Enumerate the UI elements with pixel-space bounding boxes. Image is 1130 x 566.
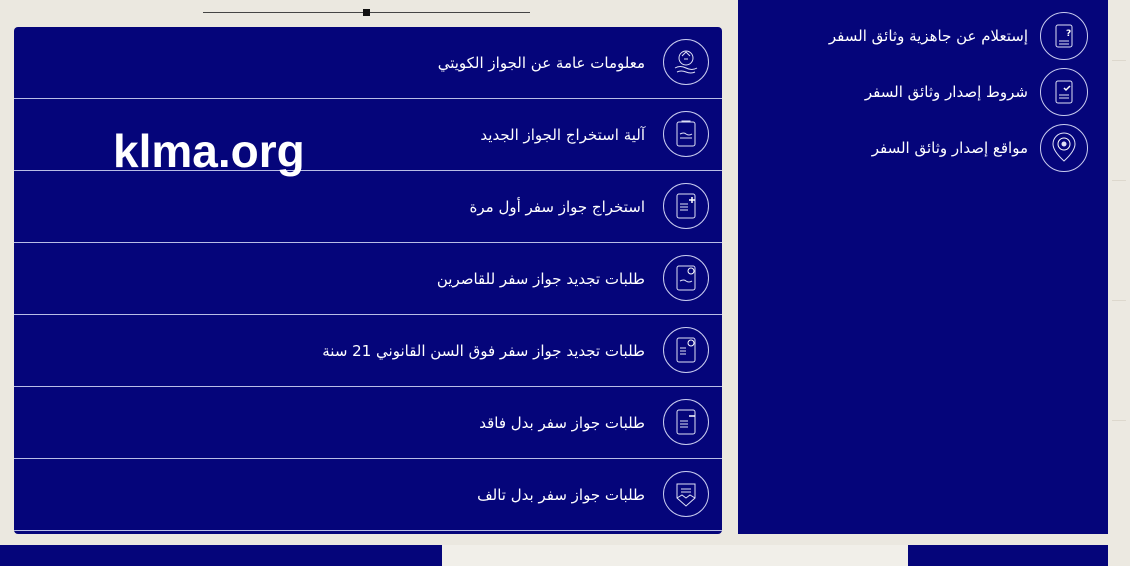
divider-dot [363, 9, 370, 16]
watermark-text: klma.org [113, 125, 305, 177]
passport-lost-icon [663, 399, 709, 445]
menu-item-renew-minors[interactable]: طلبات تجديد جواز سفر للقاصرين [14, 243, 722, 315]
passport-renew-icon [663, 255, 709, 301]
menu-item-general-info[interactable]: معلومات عامة عن الجواز الكويتي [14, 27, 722, 99]
passport-document-icon [663, 111, 709, 157]
menu-item-label: مواقع إصدار وثائق السفر [871, 139, 1028, 157]
next-section-right-block [908, 545, 1108, 566]
menu-item-label: استخراج جواز سفر أول مرة [469, 198, 646, 216]
next-section-left-block [0, 545, 442, 566]
travel-documents-panel: ? إستعلام عن جاهزية وثائق السفر شروط إصد… [738, 0, 1108, 534]
menu-item-label: طلبات تجديد جواز سفر للقاصرين [436, 270, 645, 288]
passport-add-icon [663, 183, 709, 229]
location-pin-icon [1040, 124, 1088, 172]
menu-item-renew-adults[interactable]: طلبات تجديد جواز سفر فوق السن القانوني 2… [14, 315, 722, 387]
menu-item-damaged-passport[interactable]: طلبات جواز سفر بدل تالف [14, 459, 722, 531]
emblem-icon [663, 39, 709, 85]
menu-item-document-conditions[interactable]: شروط إصدار وثائق السفر [738, 57, 1108, 116]
pattern-line [1112, 60, 1126, 61]
menu-item-document-readiness[interactable]: ? إستعلام عن جاهزية وثائق السفر [738, 1, 1108, 60]
pattern-line [1112, 300, 1126, 301]
passport-damaged-icon [663, 471, 709, 517]
menu-item-label: طلبات جواز سفر بدل فاقد [479, 414, 645, 432]
document-question-icon: ? [1040, 12, 1088, 60]
top-section-heading-fragment [280, 0, 480, 2]
menu-item-label: طلبات جواز سفر بدل تالف [477, 486, 645, 504]
next-section-heading-area [442, 545, 908, 566]
menu-item-label: معلومات عامة عن الجواز الكويتي [437, 54, 645, 72]
menu-item-label: آلية استخراج الجواز الجديد [480, 126, 645, 144]
pattern-line [1112, 180, 1126, 181]
menu-item-first-time-passport[interactable]: استخراج جواز سفر أول مرة [14, 171, 722, 243]
menu-item-lost-passport[interactable]: طلبات جواز سفر بدل فاقد [14, 387, 722, 459]
passport-services-panel: معلومات عامة عن الجواز الكويتي آلية استخ… [14, 27, 722, 534]
next-section-heading-fragment [520, 552, 620, 566]
document-check-icon [1040, 68, 1088, 116]
background-pattern-strip [1108, 0, 1130, 566]
passport-renew-adult-icon [663, 327, 709, 373]
menu-item-issuing-locations[interactable]: مواقع إصدار وثائق السفر [738, 113, 1108, 172]
menu-item-label: طلبات تجديد جواز سفر فوق السن القانوني 2… [322, 342, 645, 360]
pattern-line [1112, 420, 1126, 421]
svg-text:?: ? [1066, 29, 1071, 39]
